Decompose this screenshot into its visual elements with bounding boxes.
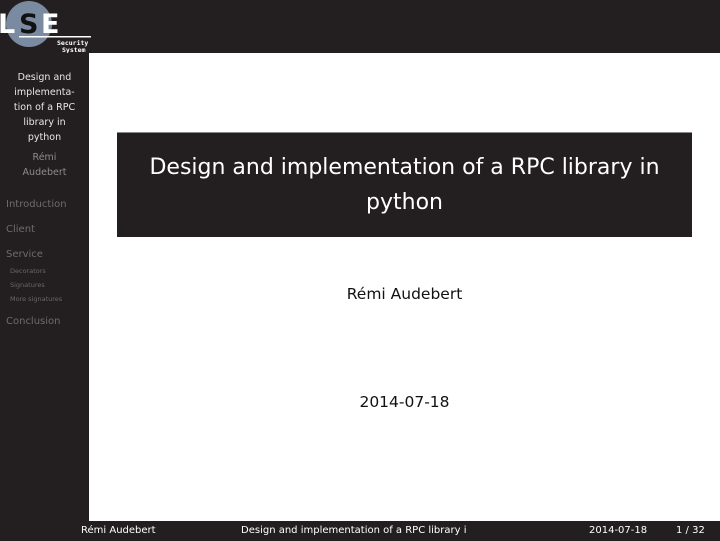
lse-logo: L S E Security System xyxy=(0,1,91,53)
title-box: Design and implementation of a RPC libra… xyxy=(117,133,692,237)
sidebar-title-line: tion of a RPC xyxy=(13,102,76,113)
sidebar-author-line: Rémi xyxy=(32,152,57,163)
sidebar-section-introduction[interactable]: Introduction xyxy=(6,198,89,212)
sidebar-title-line: library in xyxy=(23,117,66,128)
slide-title: Design and implementation of a RPC libra… xyxy=(149,155,660,215)
logo-letter-e: E xyxy=(41,9,59,40)
sidebar: Design and implementa- tion of a RPC lib… xyxy=(0,53,89,521)
sidebar-author-line: Audebert xyxy=(22,167,67,178)
footer-bar: Rémi Audebert Design and implementation … xyxy=(0,521,720,541)
sidebar-title-line: Design and xyxy=(17,72,72,83)
slide-author: Rémi Audebert xyxy=(346,285,463,303)
footer-date: 2014-07-18 xyxy=(589,525,648,536)
logo-tagline-system: System xyxy=(62,46,86,53)
sidebar-title-line: implementa- xyxy=(14,87,75,98)
slide-date: 2014-07-18 xyxy=(359,393,450,411)
logo-letter-l: L xyxy=(0,9,15,40)
sidebar-presentation-title[interactable]: Design and implementa- tion of a RPC lib… xyxy=(0,70,89,145)
sidebar-subsection-more-signatures[interactable]: More signatures xyxy=(10,295,89,304)
sidebar-subsections-service: Decorators Signatures More signatures xyxy=(6,267,89,304)
top-bar: L S E Security System xyxy=(0,0,720,53)
sidebar-subsection-decorators[interactable]: Decorators xyxy=(10,267,89,276)
footer-page-number: 1 / 32 xyxy=(676,525,705,536)
sidebar-section-service[interactable]: Service xyxy=(6,248,89,262)
sidebar-navigation: Introduction Client Service Decorators S… xyxy=(6,198,89,340)
logo-underline xyxy=(19,36,91,38)
sidebar-subsection-signatures[interactable]: Signatures xyxy=(10,281,89,290)
sidebar-section-client[interactable]: Client xyxy=(6,223,89,237)
footer-author[interactable]: Rémi Audebert xyxy=(81,521,156,541)
sidebar-title-line: python xyxy=(27,132,62,143)
footer-title[interactable]: Design and implementation of a RPC libra… xyxy=(241,521,467,541)
sidebar-section-conclusion[interactable]: Conclusion xyxy=(6,315,89,329)
logo-letter-s: S xyxy=(19,9,38,40)
sidebar-author[interactable]: Rémi Audebert xyxy=(0,150,89,180)
